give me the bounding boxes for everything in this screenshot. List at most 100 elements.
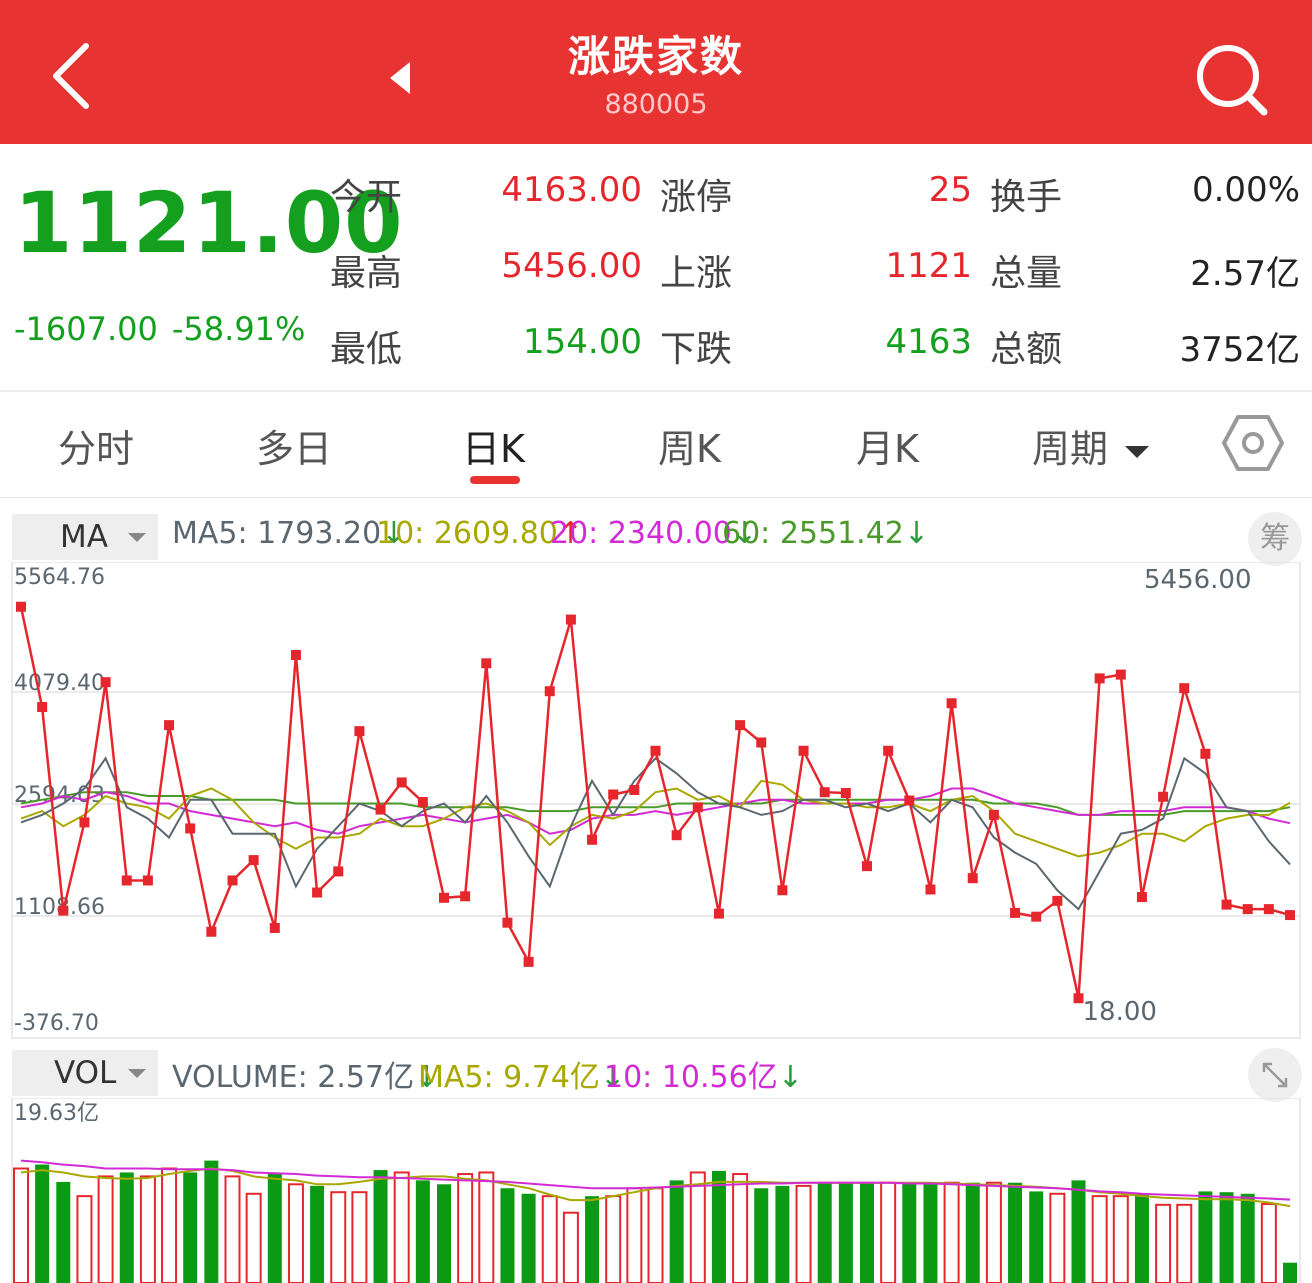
stat-label-fall: 下跌 bbox=[660, 329, 733, 370]
data-point bbox=[1221, 899, 1232, 910]
volume-bar bbox=[56, 1181, 71, 1283]
data-point bbox=[777, 885, 788, 896]
volume-bar bbox=[860, 1182, 874, 1283]
data-point bbox=[185, 823, 196, 834]
y-tick-label: 4079.40 bbox=[14, 671, 105, 696]
data-point bbox=[1031, 911, 1042, 922]
data-point bbox=[439, 892, 449, 903]
ma-selector[interactable]: MA bbox=[12, 514, 158, 560]
caret-down-icon bbox=[128, 533, 146, 542]
volume-bar bbox=[943, 1181, 960, 1283]
data-point bbox=[629, 784, 640, 795]
back-button[interactable] bbox=[40, 36, 110, 116]
ma-indicator-bar: MA MA5: 1793.20↓ 10: 2609.80↑ 20: 2340.0… bbox=[0, 506, 1312, 566]
volume-bar-chart[interactable]: 19.63亿 bbox=[0, 1098, 1312, 1283]
data-point bbox=[798, 745, 809, 756]
volume-bar bbox=[647, 1187, 664, 1283]
volume-bar bbox=[521, 1193, 536, 1283]
data-point bbox=[840, 787, 851, 798]
caret-down-icon bbox=[1125, 445, 1150, 458]
data-point bbox=[1094, 673, 1105, 684]
stat-value-amount: 3752亿 bbox=[1179, 330, 1300, 370]
volume-bar bbox=[985, 1181, 1002, 1283]
volume-bar bbox=[267, 1174, 282, 1283]
hexagon-settings-icon bbox=[1222, 415, 1284, 471]
stat-value-high: 5456.00 bbox=[501, 246, 642, 286]
tab-monthly-k[interactable]: 月K bbox=[856, 418, 919, 473]
ma-line-ma10 bbox=[20, 779, 1291, 858]
active-tab-indicator bbox=[470, 476, 520, 484]
data-point bbox=[735, 720, 746, 731]
volume-bar bbox=[585, 1196, 600, 1283]
data-point bbox=[375, 804, 386, 815]
expand-icon bbox=[1262, 1062, 1288, 1088]
volume-bar bbox=[119, 1172, 134, 1283]
max-value-label: 5456.00 bbox=[1144, 565, 1252, 595]
volume-bar bbox=[838, 1182, 853, 1283]
y-tick-label: 2594.03 bbox=[14, 783, 105, 808]
volume-bar bbox=[775, 1185, 790, 1283]
data-point bbox=[967, 873, 978, 884]
data-point bbox=[1179, 683, 1190, 694]
volume-bar bbox=[1008, 1182, 1023, 1283]
data-point bbox=[58, 905, 69, 916]
stat-label-high: 最高 bbox=[330, 253, 403, 294]
vol-selector[interactable]: VOL bbox=[12, 1050, 158, 1096]
title-block: 涨跌家数 880005 bbox=[456, 30, 856, 122]
main-line-chart[interactable]: 5564.764079.402594.031108.66-376.705456.… bbox=[0, 562, 1312, 1042]
data-point bbox=[883, 745, 894, 756]
volume-bar bbox=[1049, 1192, 1066, 1283]
stat-value-volume: 2.57亿 bbox=[1190, 254, 1300, 294]
volume-bar bbox=[732, 1173, 749, 1283]
stat-value-fall: 4163 bbox=[885, 322, 972, 362]
data-point bbox=[142, 875, 153, 886]
search-button[interactable] bbox=[1190, 40, 1274, 120]
data-point bbox=[988, 809, 999, 820]
caret-down-icon bbox=[128, 1069, 146, 1078]
vol-ma10-value: 10: 10.56亿↓ bbox=[604, 1052, 803, 1096]
volume-bar bbox=[562, 1211, 579, 1283]
data-point bbox=[523, 956, 534, 967]
volume-bar bbox=[224, 1175, 241, 1283]
ma60-text: 60: 2551.42 bbox=[722, 516, 904, 551]
tab-multi-day[interactable]: 多日 bbox=[256, 418, 332, 473]
ma-selector-label: MA bbox=[60, 519, 108, 555]
stat-label-volume: 总量 bbox=[990, 253, 1063, 294]
stat-label-open: 今开 bbox=[330, 177, 403, 218]
min-value-label: 18.00 bbox=[1083, 997, 1157, 1027]
tab-daily-k[interactable]: 日K bbox=[462, 418, 525, 473]
data-point bbox=[1010, 907, 1021, 918]
tab-intraday[interactable]: 分时 bbox=[58, 418, 134, 473]
tab-weekly-k[interactable]: 周K bbox=[658, 418, 721, 473]
volume-bar bbox=[161, 1167, 178, 1283]
ma60-value: 60: 2551.42↓ bbox=[722, 516, 929, 551]
chart-settings-button[interactable] bbox=[1222, 412, 1284, 474]
vol-ma5-text: MA5: 9.74亿 bbox=[418, 1060, 600, 1095]
volume-bar bbox=[923, 1182, 938, 1283]
tab-period-dropdown[interactable]: 周期 bbox=[1032, 418, 1150, 473]
data-point bbox=[862, 861, 872, 872]
prev-stock-button[interactable] bbox=[380, 56, 420, 100]
data-point bbox=[79, 817, 90, 828]
volume-bar bbox=[605, 1195, 622, 1283]
chip-distribution-button[interactable]: 筹 bbox=[1248, 512, 1302, 566]
data-point bbox=[206, 926, 217, 937]
volume-text: VOLUME: 2.57亿 bbox=[172, 1060, 415, 1095]
y-tick-label: -376.70 bbox=[14, 1011, 99, 1036]
data-point bbox=[819, 787, 830, 798]
data-point bbox=[164, 720, 175, 731]
volume-bar bbox=[245, 1192, 262, 1283]
ma-line-ma5 bbox=[20, 756, 1291, 911]
volume-bar bbox=[1134, 1193, 1149, 1283]
change-percent: -58.91% bbox=[171, 310, 306, 348]
expand-button[interactable] bbox=[1248, 1048, 1302, 1102]
volume-bar bbox=[500, 1188, 515, 1283]
volume-bar bbox=[97, 1175, 114, 1283]
volume-bar bbox=[1176, 1203, 1193, 1283]
volume-bar bbox=[330, 1191, 347, 1283]
data-point bbox=[587, 834, 598, 845]
search-icon bbox=[1197, 45, 1268, 116]
volume-bar bbox=[437, 1184, 451, 1283]
volume-bar bbox=[35, 1164, 50, 1283]
ma5-value: MA5: 1793.20↓ bbox=[172, 516, 406, 551]
